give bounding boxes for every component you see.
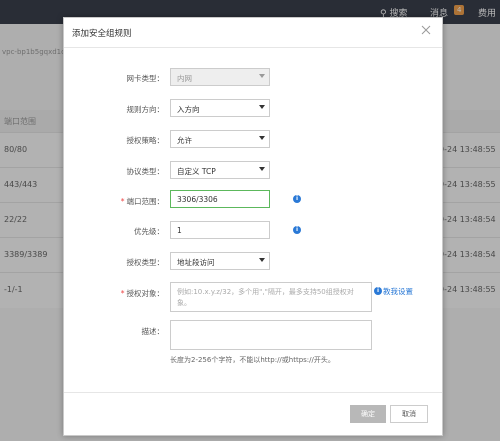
policy-select[interactable]: 允许 <box>170 130 270 148</box>
nic-type-value: 内网 <box>177 74 192 83</box>
auth-type-select[interactable]: 地址段访问 <box>170 252 270 270</box>
description-textarea[interactable] <box>170 320 372 350</box>
chevron-down-icon <box>259 258 265 262</box>
auth-object-label: * 授权对象： <box>64 288 164 299</box>
priority-label: 优先级： <box>134 227 164 236</box>
info-icon[interactable]: i <box>293 226 301 234</box>
nic-type-select[interactable]: 内网 <box>170 68 270 86</box>
policy-label: 授权策略： <box>126 136 165 145</box>
protocol-label: 协议类型： <box>126 167 165 176</box>
chevron-down-icon <box>259 167 265 171</box>
nic-type-label: 网卡类型： <box>126 74 165 83</box>
auth-object-textarea[interactable]: 例如:10.x.y.z/32，多个用","隔开，最多支持50组授权对象。 <box>170 282 372 312</box>
required-marker: * <box>120 289 125 298</box>
port-range-input[interactable]: 3306/3306 <box>170 190 270 208</box>
description-hint: 长度为2-256个字符，不能以http://或https://开头。 <box>170 356 335 364</box>
close-icon[interactable] <box>420 24 432 36</box>
dialog-footer: 确定 取消 <box>64 392 442 435</box>
dialog-header: 添加安全组规则 <box>64 18 442 48</box>
help-link[interactable]: 教我设置 <box>383 286 413 297</box>
port-range-value: 3306/3306 <box>177 195 218 204</box>
auth-type-value: 地址段访问 <box>177 258 215 267</box>
auth-object-placeholder: 例如:10.x.y.z/32，多个用","隔开，最多支持50组授权对象。 <box>177 288 354 307</box>
info-icon[interactable]: i <box>293 195 301 203</box>
cancel-button[interactable]: 取消 <box>390 405 428 423</box>
auth-type-label: 授权类型： <box>126 258 165 267</box>
dialog-title: 添加安全组规则 <box>72 29 132 39</box>
description-label: 描述： <box>141 327 165 336</box>
add-security-rule-dialog: 添加安全组规则 网卡类型： 内网 规则方向： 入方向 授权策略： 允许 协议类型… <box>63 17 443 436</box>
help-icon[interactable]: i <box>374 287 382 295</box>
protocol-value: 自定义 TCP <box>177 167 216 176</box>
chevron-down-icon <box>259 74 265 78</box>
port-range-label-text: 端口范围： <box>126 197 165 206</box>
priority-input[interactable]: 1 <box>170 221 270 239</box>
chevron-down-icon <box>259 136 265 140</box>
port-range-label: * 端口范围： <box>64 196 164 207</box>
direction-value: 入方向 <box>177 105 200 114</box>
direction-select[interactable]: 入方向 <box>170 99 270 117</box>
auth-object-label-text: 授权对象： <box>126 289 165 298</box>
ok-button[interactable]: 确定 <box>350 405 386 423</box>
required-marker: * <box>120 197 125 206</box>
direction-label: 规则方向： <box>126 105 165 114</box>
policy-value: 允许 <box>177 136 192 145</box>
protocol-select[interactable]: 自定义 TCP <box>170 161 270 179</box>
chevron-down-icon <box>259 105 265 109</box>
priority-value: 1 <box>177 226 182 235</box>
